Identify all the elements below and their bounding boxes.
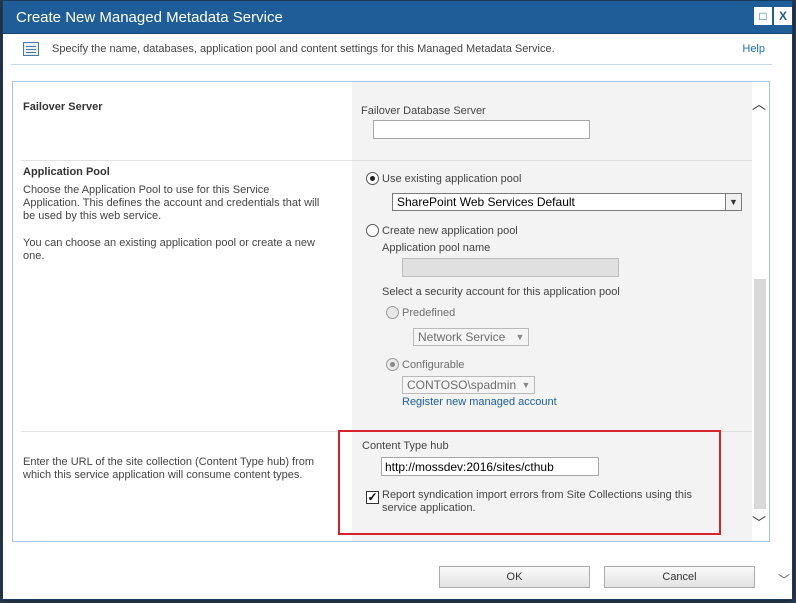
scroll-thumb[interactable] [754, 279, 766, 509]
configurable-label: Configurable [402, 359, 465, 371]
restore-button[interactable]: □ [754, 7, 772, 25]
scroll-up-icon[interactable]: ︿ [749, 95, 769, 113]
existing-pool-select[interactable]: SharePoint Web Services Default ▼ [392, 193, 742, 211]
scroll-down-icon[interactable]: ﹀ [749, 514, 769, 532]
titlebar: Create New Managed Metadata Service □ X [3, 1, 792, 34]
chevron-down-icon: ▼ [725, 194, 741, 210]
info-bar: Specify the name, databases, application… [3, 35, 792, 65]
existing-pool-value: SharePoint Web Services Default [397, 195, 575, 209]
cancel-button[interactable]: Cancel [604, 566, 755, 588]
pool-name-input[interactable] [402, 258, 619, 277]
create-new-radio[interactable] [366, 224, 379, 237]
app-pool-description: Choose the Application Pool to use for t… [23, 184, 320, 222]
app-pool-description-2: You can choose an existing application p… [23, 237, 315, 262]
chevron-down-icon: ▼ [521, 380, 531, 390]
info-description: Specify the name, databases, application… [52, 43, 555, 55]
predefined-label: Predefined [402, 307, 456, 319]
scroll-down-icon[interactable]: ﹀ [778, 571, 790, 587]
predefined-radio[interactable] [386, 306, 399, 319]
failover-heading: Failover Server [23, 101, 103, 113]
use-existing-radio[interactable] [366, 172, 379, 185]
failover-db-input[interactable] [373, 120, 590, 139]
scrollbar[interactable]: ︿ ﹀ [749, 95, 769, 533]
failover-db-label: Failover Database Server [361, 105, 486, 117]
predefined-value: Network Service [418, 330, 506, 344]
ok-button[interactable]: OK [439, 566, 590, 588]
register-account-link[interactable]: Register new managed account [402, 396, 557, 408]
create-new-label: Create new application pool [382, 225, 518, 237]
help-link[interactable]: Help [742, 43, 765, 55]
predefined-select[interactable]: Network Service ▼ [413, 328, 529, 346]
use-existing-label: Use existing application pool [382, 173, 522, 185]
divider [11, 64, 772, 65]
configurable-select[interactable]: CONTOSO\spadmin ▼ [402, 376, 535, 394]
close-button[interactable]: X [774, 7, 792, 25]
chevron-down-icon: ▼ [515, 332, 525, 342]
dialog: Create New Managed Metadata Service □ X … [2, 0, 793, 600]
app-pool-heading: Application Pool [23, 166, 110, 178]
form-icon [23, 42, 39, 56]
section-divider [21, 160, 752, 161]
configurable-radio[interactable] [386, 358, 399, 371]
security-account-label: Select a security account for this appli… [382, 286, 620, 298]
content-type-description: Enter the URL of the site collection (Co… [23, 456, 315, 481]
highlight-box [338, 430, 721, 535]
pool-name-label: Application pool name [382, 242, 491, 254]
dialog-title: Create New Managed Metadata Service [16, 9, 283, 26]
configurable-value: CONTOSO\spadmin [407, 378, 517, 392]
